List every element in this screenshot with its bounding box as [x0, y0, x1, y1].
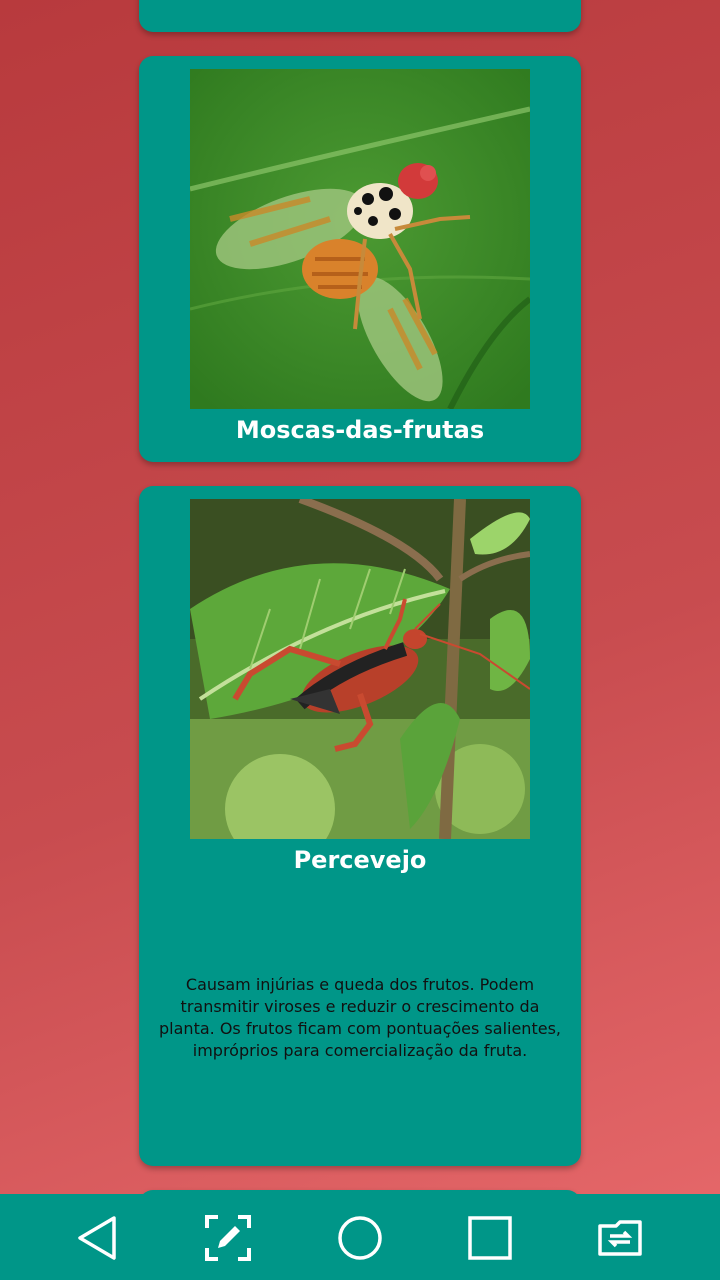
- card-description: Causam injúrias e queda dos frutos. Pode…: [159, 975, 561, 1060]
- card-previous[interactable]: [139, 0, 581, 32]
- home-icon[interactable]: [336, 1214, 384, 1262]
- screenshot-edit-icon[interactable]: [204, 1214, 252, 1262]
- stink-bug-image: [190, 499, 530, 839]
- navigation-bar: [0, 1194, 720, 1280]
- rotate-screen-icon[interactable]: [596, 1214, 644, 1262]
- pest-card-fruit-flies[interactable]: Moscas-das-frutas: [139, 56, 581, 462]
- pest-card-stink-bug[interactable]: Percevejo Causam injúrias e queda dos fr…: [139, 486, 581, 1166]
- recents-icon[interactable]: [466, 1214, 514, 1262]
- fruit-fly-image: [190, 69, 530, 409]
- back-icon[interactable]: [74, 1214, 122, 1262]
- card-title: Moscas-das-frutas: [235, 416, 485, 444]
- card-title: Percevejo: [293, 846, 427, 874]
